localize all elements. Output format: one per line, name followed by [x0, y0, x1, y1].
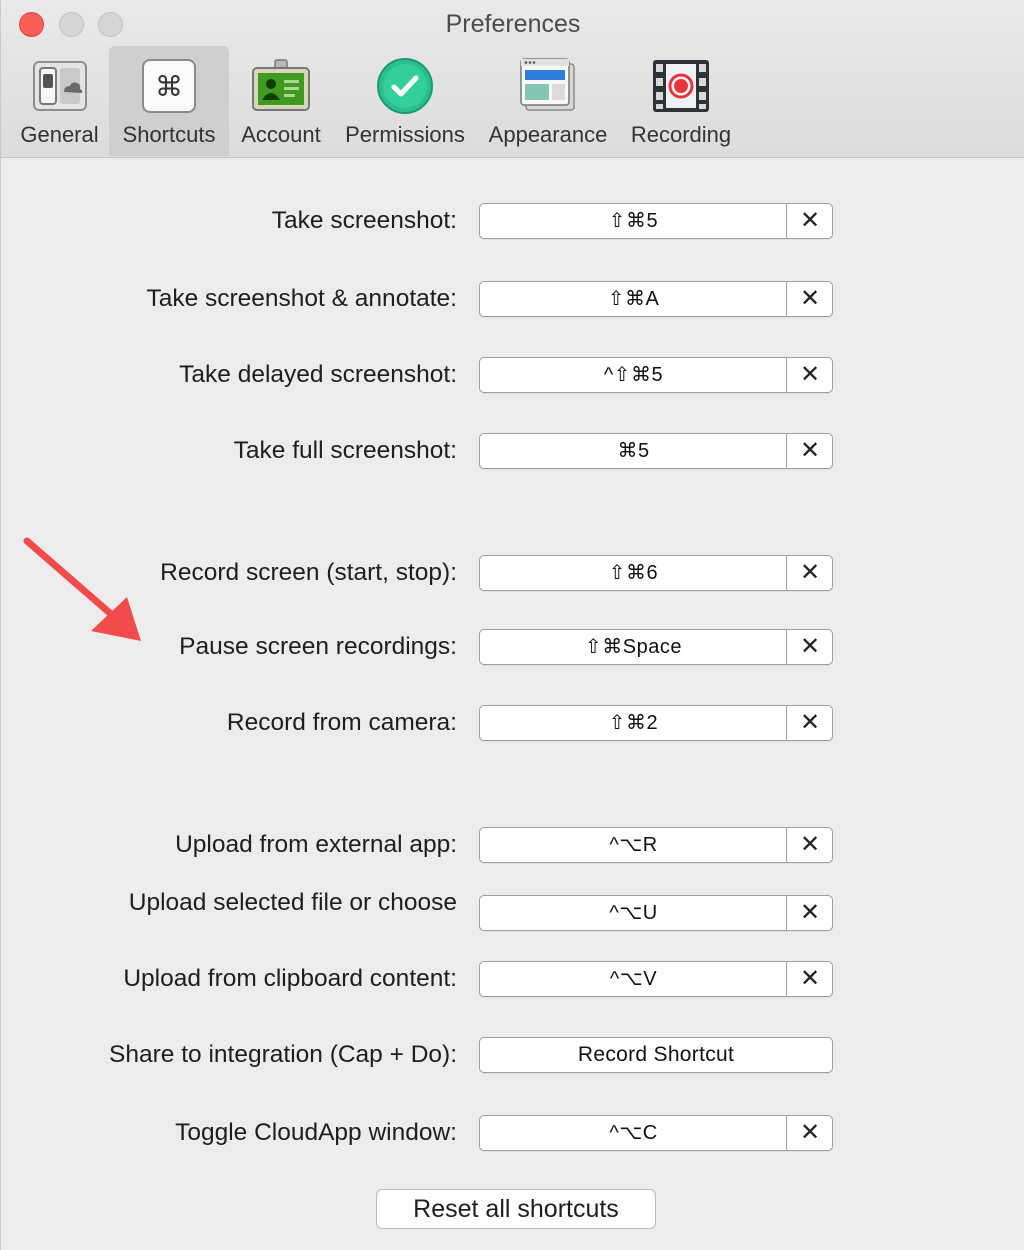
- shortcut-key-value[interactable]: ⇧⌘5: [480, 204, 787, 238]
- shortcut-key-value[interactable]: ⌘5: [480, 434, 787, 468]
- tab-recording[interactable]: Recording: [621, 46, 741, 156]
- tab-account-label: Account: [241, 122, 321, 147]
- tab-account[interactable]: Account: [233, 46, 329, 156]
- shortcut-key-value[interactable]: ^⌥C: [480, 1116, 787, 1150]
- clear-shortcut-button[interactable]: ✕: [787, 204, 833, 238]
- tab-permissions[interactable]: Permissions: [337, 46, 473, 156]
- shortcut-label: Take screenshot & annotate:: [146, 285, 457, 312]
- clear-shortcut-button[interactable]: ✕: [787, 556, 833, 590]
- clear-shortcut-button[interactable]: ✕: [787, 358, 833, 392]
- shortcut-label: Upload from clipboard content:: [123, 965, 457, 992]
- arrow-shaft: [23, 537, 123, 625]
- svg-text:⌘: ⌘: [155, 70, 183, 103]
- id-card-icon: [252, 59, 310, 111]
- shortcut-key-value[interactable]: ⇧⌘6: [480, 556, 787, 590]
- shortcut-recorder[interactable]: ^⌥R ✕: [479, 827, 833, 863]
- shortcut-recorder[interactable]: ^⇧⌘5 ✕: [479, 357, 833, 393]
- clear-shortcut-button[interactable]: ✕: [787, 434, 833, 468]
- shortcut-recorder[interactable]: ⇧⌘2 ✕: [479, 705, 833, 741]
- preferences-window: Preferences General ⌘ Shortcuts Account …: [0, 0, 1024, 1250]
- tab-appearance[interactable]: Appearance: [481, 46, 615, 156]
- shortcut-recorder[interactable]: ^⌥C ✕: [479, 1115, 833, 1151]
- shortcut-key-value[interactable]: ^⌥U: [480, 896, 787, 930]
- shortcut-recorder[interactable]: ^⌥U ✕: [479, 895, 833, 931]
- film-record-icon: [653, 60, 709, 112]
- tab-shortcuts[interactable]: ⌘ Shortcuts: [109, 46, 229, 156]
- record-shortcut-button[interactable]: Record Shortcut: [479, 1037, 833, 1073]
- clear-shortcut-button[interactable]: ✕: [787, 282, 833, 316]
- shortcut-label: Share to integration (Cap + Do):: [109, 1041, 457, 1068]
- tab-permissions-label: Permissions: [345, 122, 465, 147]
- shortcut-recorder[interactable]: ^⌥V ✕: [479, 961, 833, 997]
- shortcut-label: Pause screen recordings:: [179, 633, 457, 660]
- shortcut-recorder[interactable]: ⇧⌘5 ✕: [479, 203, 833, 239]
- title-bar: Preferences General ⌘ Shortcuts Account …: [1, 0, 1024, 158]
- tab-appearance-label: Appearance: [488, 122, 608, 147]
- clear-shortcut-button[interactable]: ✕: [787, 828, 833, 862]
- tab-recording-label: Recording: [630, 122, 732, 147]
- clear-shortcut-button[interactable]: ✕: [787, 896, 833, 930]
- shortcut-key-value[interactable]: ⇧⌘2: [480, 706, 787, 740]
- shortcut-label: Toggle CloudApp window:: [175, 1119, 457, 1146]
- annotation-arrow: [23, 537, 141, 641]
- shortcut-key-value[interactable]: ⇧⌘A: [480, 282, 787, 316]
- shortcut-label: Upload selected file or choose: [128, 889, 457, 916]
- window-layout-icon: [520, 58, 575, 111]
- shortcut-label: Record screen (start, stop):: [160, 559, 457, 586]
- tab-general-label: General: [20, 122, 99, 147]
- clear-shortcut-button[interactable]: ✕: [787, 1116, 833, 1150]
- shortcut-label: Record from camera:: [226, 709, 457, 736]
- shortcut-key-value[interactable]: ^⇧⌘5: [480, 358, 787, 392]
- window-title: Preferences: [445, 10, 581, 38]
- clear-shortcut-button[interactable]: ✕: [787, 962, 833, 996]
- shortcut-key-value[interactable]: ^⌥R: [480, 828, 787, 862]
- tab-shortcuts-label: Shortcuts: [122, 122, 216, 147]
- reset-all-shortcuts-button[interactable]: Reset all shortcuts: [376, 1189, 656, 1229]
- shortcut-recorder[interactable]: ⌘5 ✕: [479, 433, 833, 469]
- tab-general[interactable]: General: [11, 46, 108, 156]
- shortcut-label: Take screenshot:: [271, 207, 457, 234]
- shortcut-key-value[interactable]: ⇧⌘Space: [480, 630, 787, 664]
- switch-cloud-icon: [32, 61, 87, 111]
- shortcut-recorder[interactable]: ⇧⌘Space ✕: [479, 629, 833, 665]
- clear-shortcut-button[interactable]: ✕: [787, 630, 833, 664]
- checkmark-circle-icon: [377, 58, 433, 114]
- shortcut-label: Take delayed screenshot:: [179, 361, 457, 388]
- shortcut-recorder[interactable]: ⇧⌘A ✕: [479, 281, 833, 317]
- shortcut-key-value[interactable]: ^⌥V: [480, 962, 787, 996]
- record-shortcut-label[interactable]: Record Shortcut: [480, 1038, 832, 1072]
- clear-shortcut-button[interactable]: ✕: [787, 706, 833, 740]
- shortcut-label: Take full screenshot:: [233, 437, 457, 464]
- shortcut-recorder[interactable]: ⇧⌘6 ✕: [479, 555, 833, 591]
- shortcut-label: Upload from external app:: [175, 831, 457, 858]
- command-key-icon: ⌘: [142, 59, 196, 113]
